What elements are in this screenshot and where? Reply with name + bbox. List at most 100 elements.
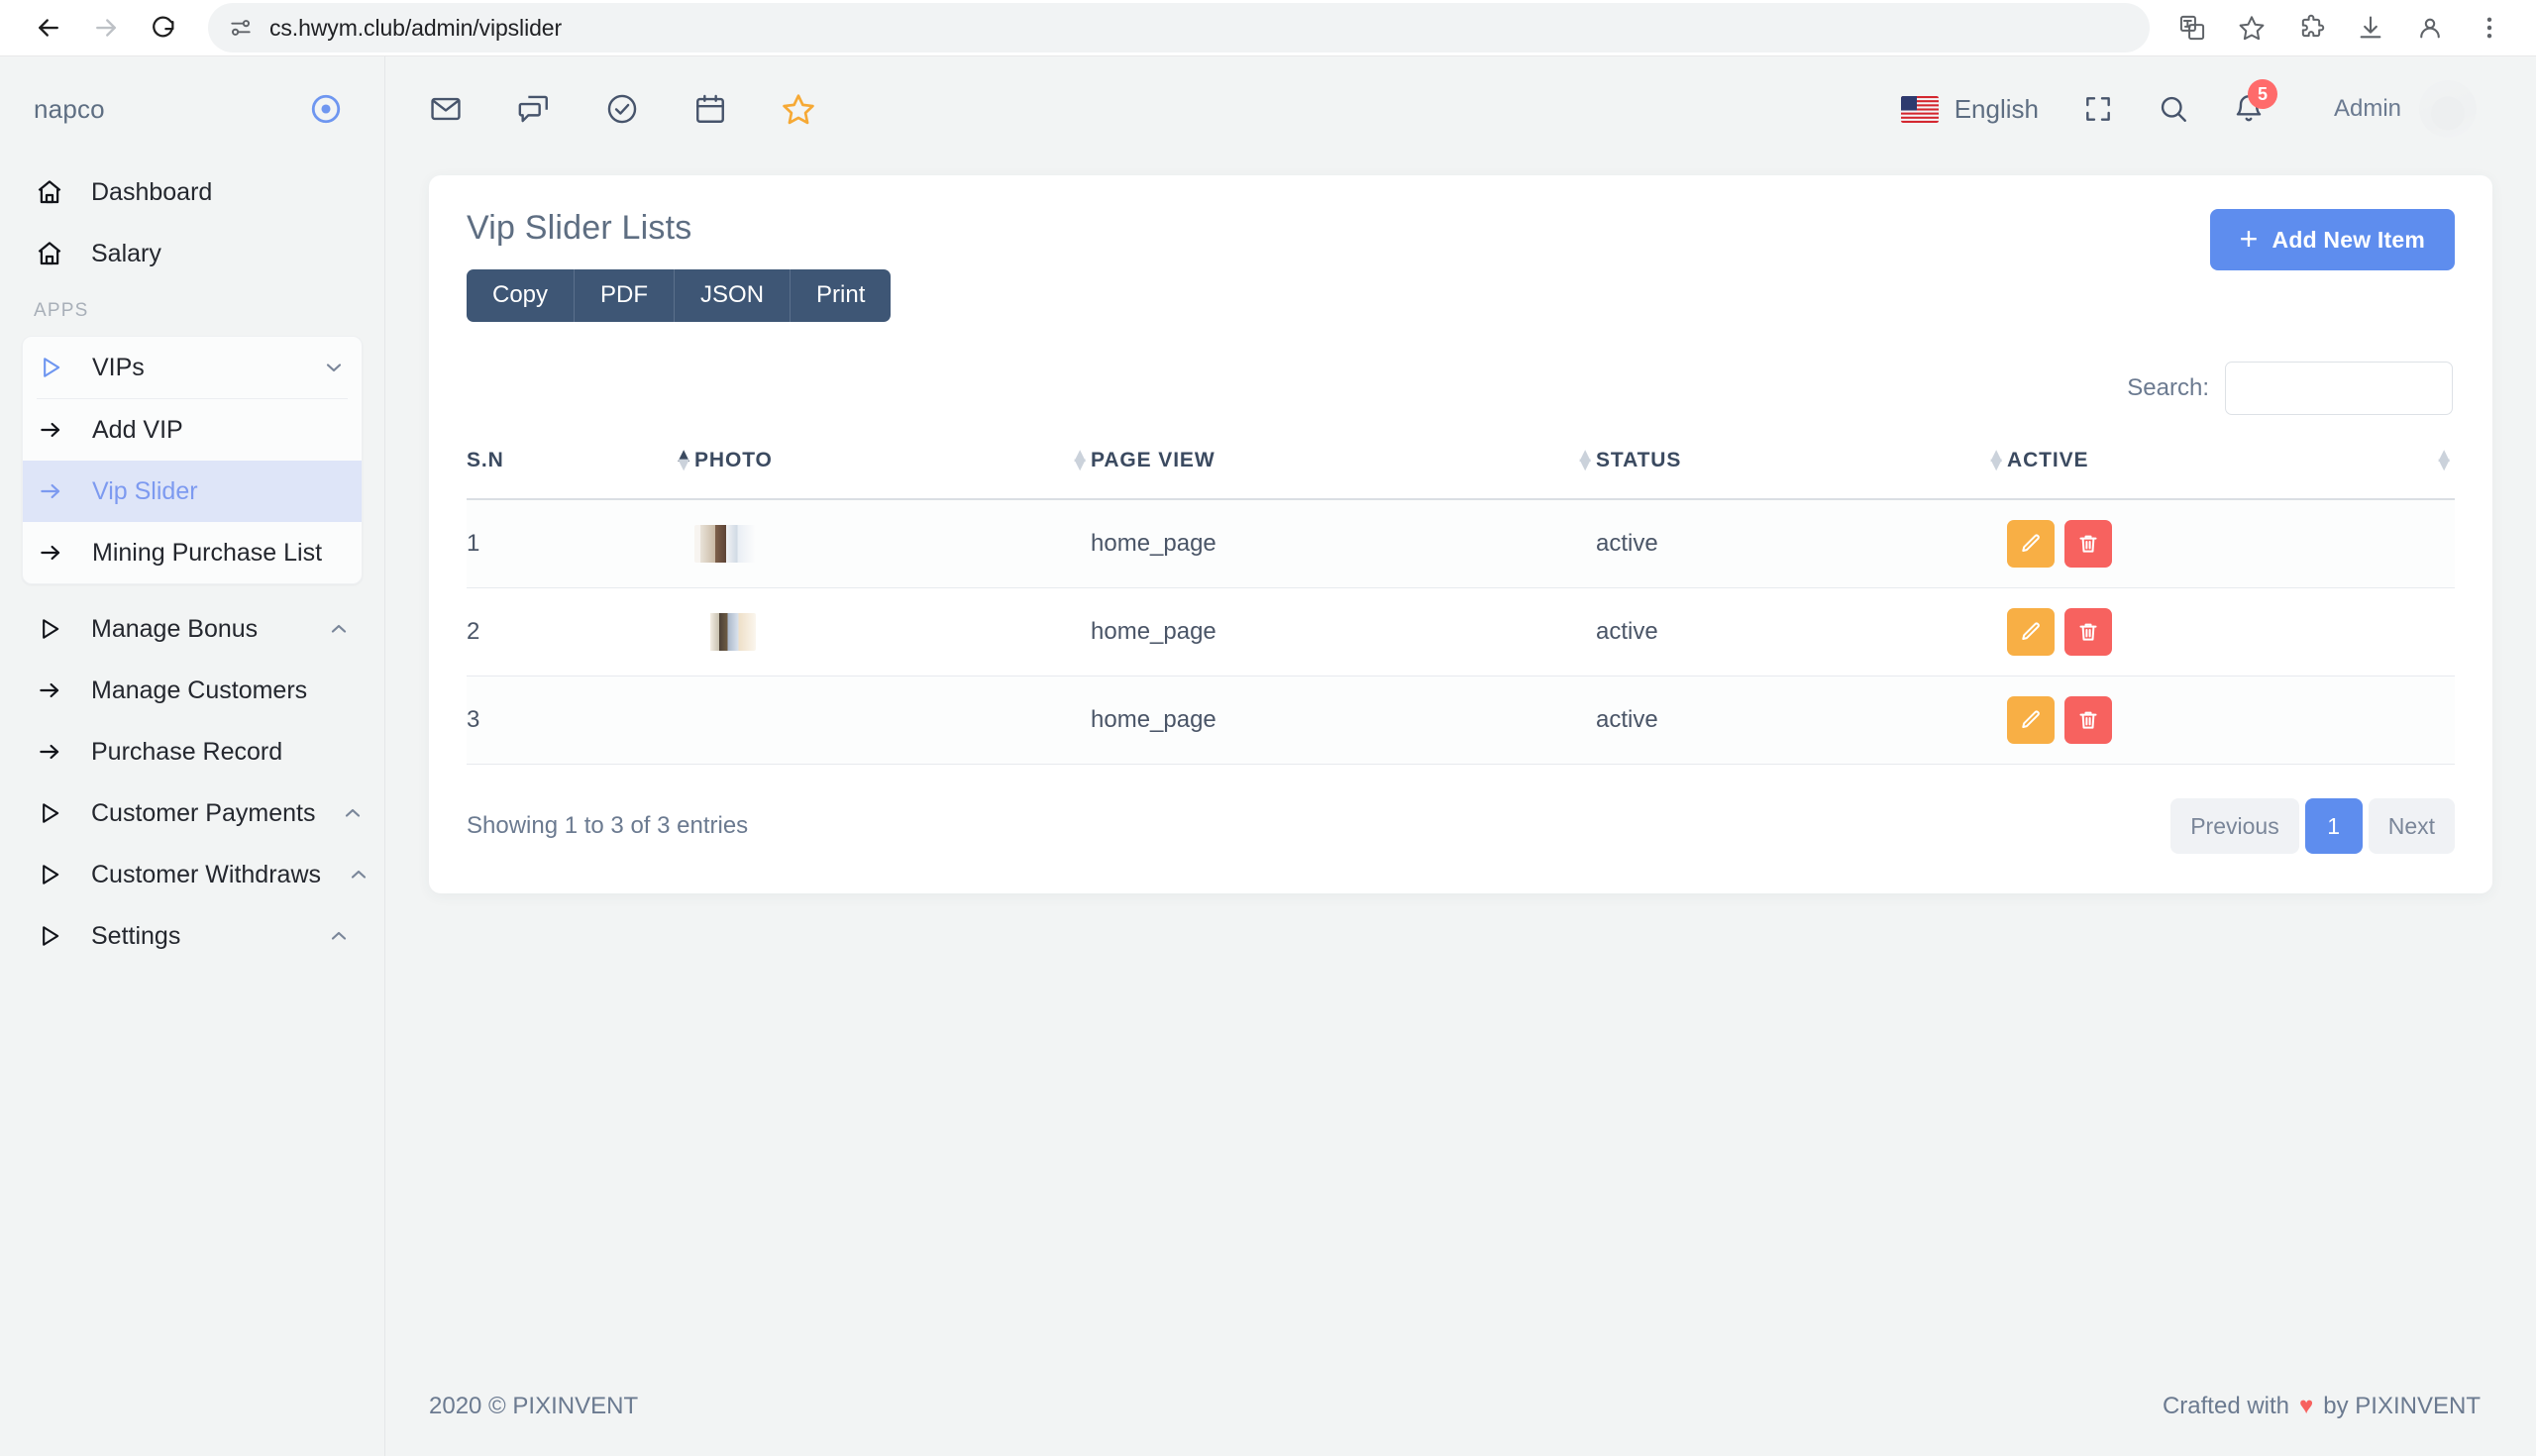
sort-arrows-icon[interactable]: ▲ ▼ bbox=[2434, 446, 2455, 474]
sidebar-item-label: Customer Payments bbox=[91, 798, 316, 827]
delete-button[interactable] bbox=[2064, 608, 2112, 656]
sidebar-item-label: Manage Customers bbox=[91, 676, 308, 704]
table-row[interactable]: 3 home_page active bbox=[467, 676, 2455, 765]
sort-arrows-icon[interactable]: ▲ ▼ bbox=[1575, 446, 1596, 474]
sort-arrows-icon[interactable]: ▲ ▼ bbox=[1070, 446, 1091, 474]
chat-icon[interactable] bbox=[517, 92, 551, 126]
edit-button[interactable] bbox=[2007, 696, 2055, 744]
mail-icon[interactable] bbox=[429, 92, 463, 126]
sidebar-item-customer-payments[interactable]: Customer Payments bbox=[0, 782, 384, 844]
table-row[interactable]: 2 home_page active bbox=[467, 587, 2455, 676]
url-text: cs.hwym.club/admin/vipslider bbox=[269, 14, 563, 41]
notifications-button[interactable]: 5 bbox=[2233, 79, 2277, 125]
sidebar-item-vips[interactable]: VIPs bbox=[23, 337, 362, 398]
play-triangle-icon bbox=[34, 861, 65, 888]
circle-dot-logo-icon[interactable] bbox=[309, 92, 343, 126]
column-header-status[interactable]: STATUS ▲ ▼ bbox=[1596, 446, 2007, 500]
sort-arrows-icon[interactable]: ▲ ▼ bbox=[674, 446, 694, 474]
address-bar[interactable]: cs.hwym.club/admin/vipslider bbox=[208, 3, 2150, 52]
pagination-page-1[interactable]: 1 bbox=[2304, 798, 2363, 854]
reload-icon[interactable] bbox=[137, 1, 190, 54]
column-header-sn[interactable]: S.N ▲ ▼ bbox=[467, 446, 694, 500]
check-circle-icon[interactable] bbox=[605, 92, 639, 126]
forward-arrow-icon[interactable] bbox=[79, 1, 133, 54]
language-label: English bbox=[1954, 93, 2039, 124]
language-selector[interactable]: English bbox=[1900, 93, 2039, 125]
sidebar-item-add-vip[interactable]: Add VIP bbox=[23, 399, 362, 461]
sidebar-item-vip-slider[interactable]: Vip Slider bbox=[23, 461, 362, 522]
extensions-icon[interactable] bbox=[2286, 3, 2336, 52]
sidebar-item-label: Add VIP bbox=[92, 415, 183, 444]
sidebar-item-manage-customers[interactable]: Manage Customers bbox=[0, 660, 384, 721]
table-header-row: S.N ▲ ▼ PHOTO ▲ ▼ PAGE VIEW ▲ ▼ STATUS ▲… bbox=[467, 446, 2455, 500]
profile-icon[interactable] bbox=[2405, 3, 2455, 52]
edit-button[interactable] bbox=[2007, 608, 2055, 656]
column-label: S.N bbox=[467, 449, 504, 471]
cell-page-view: home_page bbox=[1091, 676, 1596, 765]
cell-page-view: home_page bbox=[1091, 587, 1596, 676]
footer-credit-prefix: Crafted with bbox=[2162, 1393, 2290, 1419]
print-button[interactable]: Print bbox=[791, 269, 891, 322]
footer-credit-suffix: by PIXINVENT bbox=[2323, 1393, 2481, 1419]
star-icon[interactable] bbox=[782, 92, 815, 126]
chevron-up-icon[interactable] bbox=[327, 617, 351, 641]
app-shell: napco Dashboard Salary APPS VIPs Add VIP… bbox=[0, 56, 2536, 1456]
chevron-up-icon[interactable] bbox=[327, 924, 351, 948]
column-header-photo[interactable]: PHOTO ▲ ▼ bbox=[694, 446, 1091, 500]
copy-button[interactable]: Copy bbox=[467, 269, 576, 322]
avatar bbox=[2419, 80, 2477, 138]
row-action-buttons bbox=[2007, 520, 2455, 568]
cell-page-view: home_page bbox=[1091, 499, 1596, 588]
chevron-down-icon[interactable] bbox=[322, 356, 346, 379]
browser-toolbar: cs.hwym.club/admin/vipslider bbox=[0, 0, 2536, 56]
search-icon[interactable] bbox=[2158, 93, 2189, 125]
top-navbar: English 5 Admin bbox=[385, 56, 2536, 161]
search-label: Search: bbox=[2127, 374, 2209, 401]
pdf-button[interactable]: PDF bbox=[575, 269, 676, 322]
download-icon[interactable] bbox=[2346, 3, 2395, 52]
sidebar-item-purchase-record[interactable]: Purchase Record bbox=[0, 721, 384, 782]
pagination-next[interactable]: Next bbox=[2368, 798, 2455, 854]
table-body: 1 home_page active 2 home_page active 3 … bbox=[467, 499, 2455, 765]
cell-status: active bbox=[1596, 587, 2007, 676]
sidebar-item-manage-bonus[interactable]: Manage Bonus bbox=[0, 598, 384, 660]
sidebar-group-vips: VIPs Add VIP Vip Slider Mining Purchase … bbox=[22, 336, 363, 584]
delete-button[interactable] bbox=[2064, 520, 2112, 568]
kebab-menu-icon[interactable] bbox=[2465, 3, 2514, 52]
table-row[interactable]: 1 home_page active bbox=[467, 499, 2455, 588]
search-input[interactable] bbox=[2225, 362, 2453, 415]
json-button[interactable]: JSON bbox=[675, 269, 792, 322]
banner-thumbnail-a bbox=[694, 525, 756, 563]
edit-button[interactable] bbox=[2007, 520, 2055, 568]
sidebar-item-label: Dashboard bbox=[91, 177, 213, 206]
plus-icon: + bbox=[2239, 220, 2259, 257]
fullscreen-icon[interactable] bbox=[2082, 93, 2114, 125]
site-settings-icon[interactable] bbox=[228, 15, 254, 41]
sidebar-item-salary[interactable]: Salary bbox=[0, 223, 384, 284]
user-menu[interactable]: Admin bbox=[2334, 80, 2477, 138]
column-header-active[interactable]: ACTIVE ▲ ▼ bbox=[2007, 446, 2455, 500]
add-new-item-button[interactable]: + Add New Item bbox=[2209, 209, 2455, 270]
delete-button[interactable] bbox=[2064, 696, 2112, 744]
translate-icon[interactable] bbox=[2167, 3, 2217, 52]
star-icon[interactable] bbox=[2227, 3, 2276, 52]
footer-copyright: 2020 © PIXINVENT bbox=[429, 1393, 639, 1419]
column-header-page-view[interactable]: PAGE VIEW ▲ ▼ bbox=[1091, 446, 1596, 500]
sidebar-item-mining-purchase-list[interactable]: Mining Purchase List bbox=[23, 522, 362, 583]
brand-block[interactable]: napco bbox=[0, 56, 384, 161]
sidebar-item-dashboard[interactable]: Dashboard bbox=[0, 161, 384, 223]
entries-info: Showing 1 to 3 of 3 entries bbox=[467, 812, 749, 839]
calendar-icon[interactable] bbox=[693, 92, 727, 126]
pagination-previous[interactable]: Previous bbox=[2170, 798, 2299, 854]
home-icon bbox=[34, 239, 65, 268]
sidebar-item-customer-withdraws[interactable]: Customer Withdraws bbox=[0, 844, 384, 905]
main-content: English 5 Admin Vip Slider Lists Copy PD… bbox=[385, 56, 2536, 1456]
chevron-up-icon[interactable] bbox=[347, 863, 370, 886]
table-head: S.N ▲ ▼ PHOTO ▲ ▼ PAGE VIEW ▲ ▼ STATUS ▲… bbox=[467, 446, 2455, 500]
sidebar-item-settings[interactable]: Settings bbox=[0, 905, 384, 967]
play-triangle-icon bbox=[34, 615, 65, 643]
back-arrow-icon[interactable] bbox=[22, 1, 75, 54]
chevron-up-icon[interactable] bbox=[341, 801, 365, 825]
sort-arrows-icon[interactable]: ▲ ▼ bbox=[1986, 446, 2007, 474]
play-triangle-icon bbox=[35, 354, 66, 381]
